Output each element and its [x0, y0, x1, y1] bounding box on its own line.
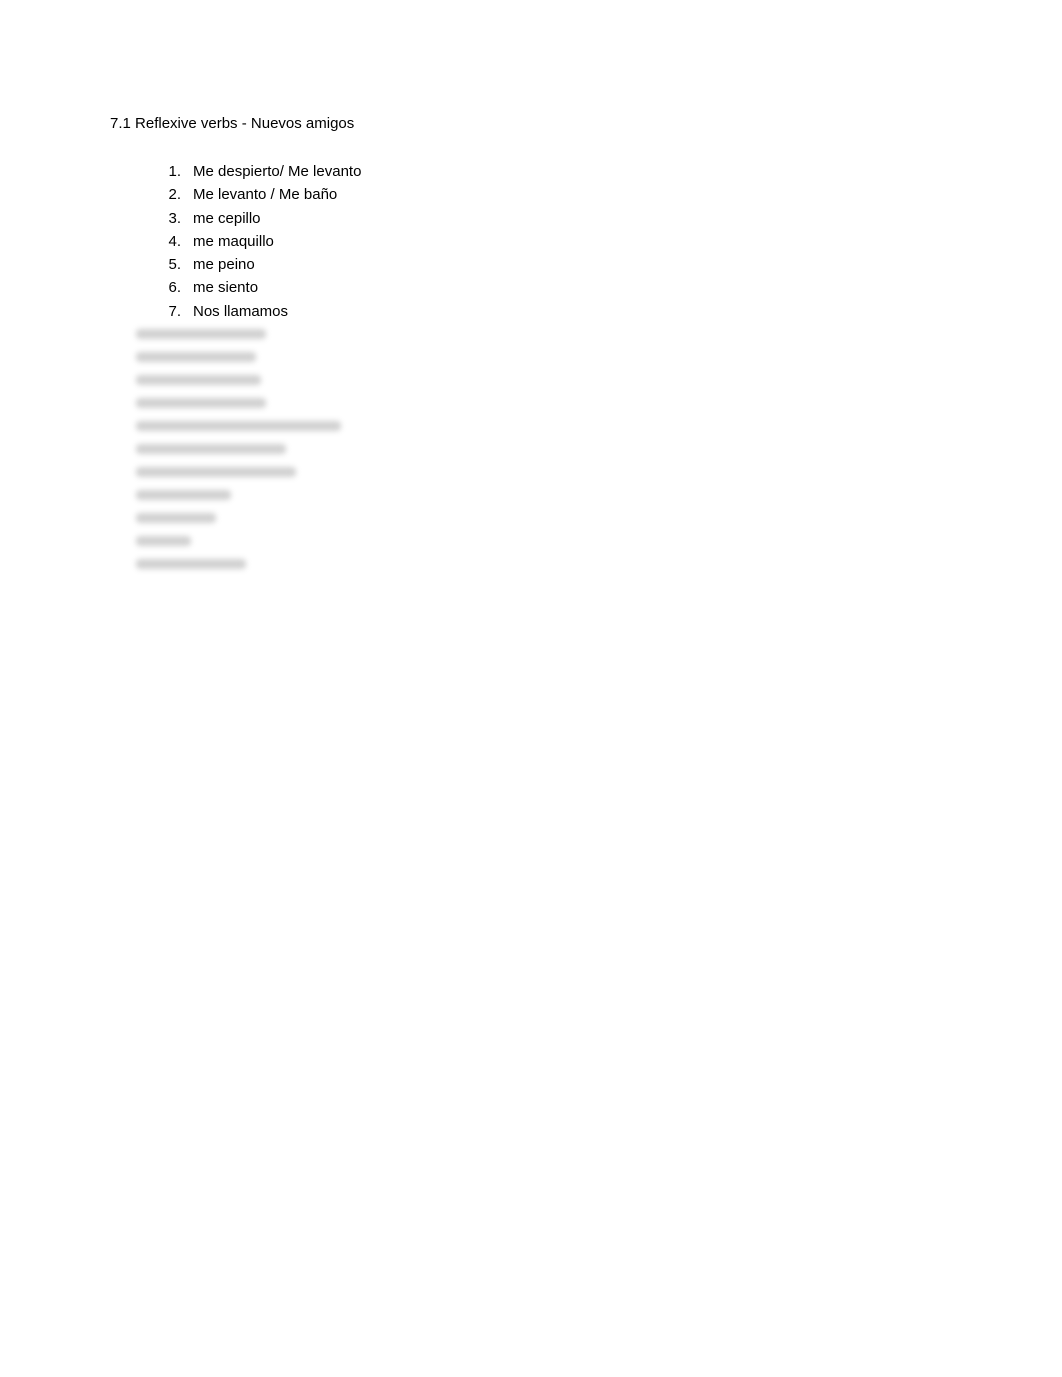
blurred-line: [136, 532, 952, 550]
list-text: Me despierto/ Me levanto: [193, 160, 952, 183]
list-text: Nos llamamos: [193, 300, 952, 323]
document-page: 7.1 Reflexive verbs - Nuevos amigos 1. M…: [0, 0, 1062, 573]
list-number: 5.: [165, 253, 193, 276]
list-number: 4.: [165, 230, 193, 253]
list-text: me cepillo: [193, 207, 952, 230]
blurred-content: [110, 325, 952, 573]
list-item: 7. Nos llamamos: [165, 300, 952, 323]
list-number: 2.: [165, 183, 193, 206]
list-text: me peino: [193, 253, 952, 276]
list-item: 6. me siento: [165, 276, 952, 299]
blurred-text: [136, 559, 246, 569]
list-text: me maquillo: [193, 230, 952, 253]
blurred-line: [136, 440, 952, 458]
blurred-text: [136, 398, 266, 408]
blurred-text: [136, 352, 256, 362]
list-number: 3.: [165, 207, 193, 230]
list-text: me siento: [193, 276, 952, 299]
page-title: 7.1 Reflexive verbs - Nuevos amigos: [110, 115, 952, 132]
blurred-text: [136, 513, 216, 523]
blurred-text: [136, 467, 296, 477]
list-number: 6.: [165, 276, 193, 299]
list-item: 4. me maquillo: [165, 230, 952, 253]
ordered-list: 1. Me despierto/ Me levanto 2. Me levant…: [110, 160, 952, 323]
list-number: 7.: [165, 300, 193, 323]
list-item: 5. me peino: [165, 253, 952, 276]
blurred-line: [136, 555, 952, 573]
blurred-text: [136, 375, 261, 385]
list-item: 1. Me despierto/ Me levanto: [165, 160, 952, 183]
list-item: 2. Me levanto / Me baño: [165, 183, 952, 206]
list-text: Me levanto / Me baño: [193, 183, 952, 206]
blurred-text: [136, 329, 266, 339]
list-number: 1.: [165, 160, 193, 183]
blurred-line: [136, 509, 952, 527]
blurred-text: [136, 490, 231, 500]
blurred-text: [136, 421, 341, 431]
blurred-line: [136, 348, 952, 366]
blurred-line: [136, 371, 952, 389]
blurred-text: [136, 536, 191, 546]
blurred-line: [136, 394, 952, 412]
blurred-line: [136, 325, 952, 343]
blurred-line: [136, 463, 952, 481]
blurred-text: [136, 444, 286, 454]
blurred-line: [136, 417, 952, 435]
list-item: 3. me cepillo: [165, 207, 952, 230]
blurred-line: [136, 486, 952, 504]
